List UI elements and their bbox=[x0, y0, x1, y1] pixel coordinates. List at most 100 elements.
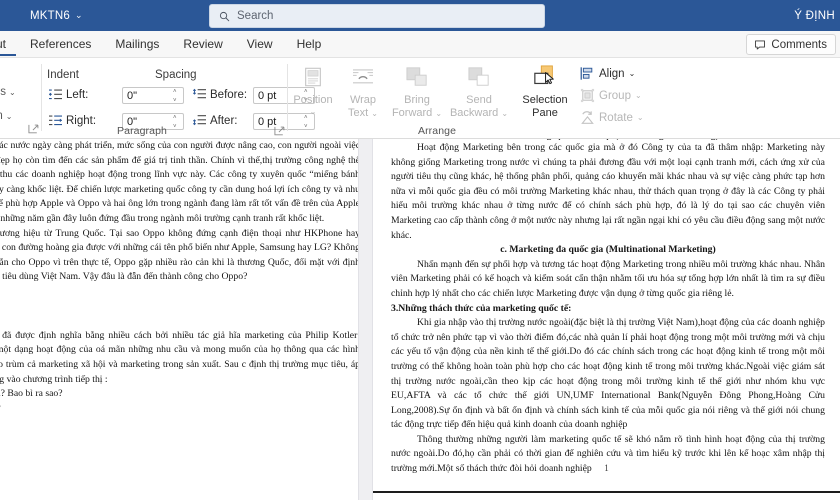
spacing-before-row: Before: bbox=[192, 88, 247, 101]
indent-left-row: Left: bbox=[48, 88, 88, 101]
ribbon-group-arrange: Position ⌄ Wrap Text ⌄ Bring Forward ⌄ S… bbox=[288, 58, 644, 139]
comments-label: Comments bbox=[771, 38, 827, 51]
tab-view[interactable]: View bbox=[235, 31, 285, 58]
document-canvas[interactable]: o n kinh tế của các nước ngày càng phát … bbox=[0, 139, 840, 500]
stepper-down-icon: ˅ bbox=[173, 98, 177, 104]
ribbon-tabs: ut References Mailings Review View Help … bbox=[0, 31, 840, 58]
heading-3: 3.Những thách thức của marketing quốc tế… bbox=[391, 302, 572, 314]
paragraph-group-label: Paragraph bbox=[117, 125, 167, 137]
comments-button[interactable]: Comments bbox=[746, 34, 836, 55]
tab-layout[interactable]: ut bbox=[0, 31, 18, 58]
rotate-button: Rotate ⌄ bbox=[580, 108, 644, 127]
account-label[interactable]: Ý ĐỊNH bbox=[794, 0, 835, 31]
title-bar: MKTN6 ⌄ Search Ý ĐỊNH bbox=[0, 0, 840, 31]
chevron-down-icon: ⌄ bbox=[8, 87, 16, 97]
chevron-down-icon: ⌄ bbox=[74, 10, 83, 20]
group-icon bbox=[580, 88, 595, 103]
document-title: MKTN6 bbox=[30, 9, 70, 22]
chevron-down-icon: ⌄ bbox=[634, 91, 642, 100]
paragraph: n kinh tế của các nước ngày càng phát tr… bbox=[0, 140, 358, 224]
indent-left-input[interactable]: 0" ˄ ˅ bbox=[122, 87, 184, 104]
wrap-text-icon bbox=[351, 62, 375, 92]
paragraph: t : Sản phẩm gì? Bao bì ra sao? bbox=[0, 388, 63, 400]
document-page-right[interactable]: b. Marketing tại nước sở tại (The Foreig… bbox=[373, 139, 840, 493]
word-window: MKTN6 ⌄ Search Ý ĐỊNH ut References Mail… bbox=[0, 0, 840, 500]
ribbon: ers ⌄ on ⌄ Indent Spacing bbox=[0, 58, 840, 139]
send-backward-button: Send Backward ⌄ bbox=[450, 62, 508, 119]
send-backward-label-2: Backward ⌄ bbox=[449, 106, 509, 119]
comment-icon bbox=[755, 40, 766, 49]
spacing-before-icon bbox=[192, 88, 206, 99]
position-label: Position bbox=[293, 94, 333, 106]
left-heading-1: THUYẾT bbox=[0, 300, 358, 315]
tab-label: ut bbox=[0, 37, 7, 51]
wrap-text-label-2: Text ⌄ bbox=[348, 106, 378, 119]
page-setup-label-2: on bbox=[0, 110, 3, 122]
document-title-menu[interactable]: MKTN6 ⌄ bbox=[30, 10, 83, 22]
search-input[interactable]: Search bbox=[209, 4, 545, 28]
indent-left-stepper[interactable]: ˄ ˅ bbox=[173, 89, 180, 104]
rotate-label: Rotate bbox=[599, 111, 633, 124]
selection-pane-button[interactable]: Selection Pane bbox=[516, 62, 574, 119]
align-button[interactable]: Align ⌄ bbox=[580, 64, 635, 83]
paragraph: Nhấn mạnh đến sự phối hợp và tương tác h… bbox=[391, 258, 825, 299]
selection-pane-label: Selection bbox=[522, 94, 568, 106]
paragraph: Giá bao nhiêu? bbox=[0, 402, 358, 417]
left-page-text: n kinh tế của các nước ngày càng phát tr… bbox=[0, 139, 358, 416]
paragraph-dialog-launcher[interactable] bbox=[274, 124, 287, 137]
chevron-down-icon: ⌄ bbox=[5, 111, 13, 121]
indent-left-icon bbox=[49, 89, 62, 100]
chevron-down-icon: ⌄ bbox=[309, 106, 317, 116]
rotate-icon bbox=[581, 111, 594, 124]
selection-pane-icon bbox=[532, 62, 558, 92]
bring-forward-button: Bring Forward ⌄ bbox=[388, 62, 446, 119]
tab-label: View bbox=[246, 37, 273, 51]
search-icon bbox=[219, 11, 230, 21]
right-page-text: Hoạt động Marketing bên trong các quốc g… bbox=[391, 141, 825, 477]
group-label: Group bbox=[599, 89, 631, 102]
send-backward-icon bbox=[467, 62, 491, 92]
wrap-text-button: Wrap Text ⌄ bbox=[338, 62, 388, 119]
tab-label: Review bbox=[183, 37, 223, 51]
tab-help[interactable]: Help bbox=[285, 31, 334, 58]
tab-label: Mailings bbox=[115, 37, 160, 51]
wrap-text-label: Wrap bbox=[349, 94, 377, 106]
arrange-group-label: Arrange bbox=[417, 125, 457, 137]
chevron-down-icon: ⌄ bbox=[628, 69, 636, 78]
selection-pane-label-2: Pane bbox=[532, 106, 558, 119]
page-setup-item-1[interactable]: ers ⌄ bbox=[0, 86, 16, 98]
page-gap bbox=[358, 139, 373, 500]
tab-review[interactable]: Review bbox=[171, 31, 234, 58]
heading-c: c. Marketing đa quốc gia (Multinational … bbox=[500, 244, 716, 256]
page-setup-item-2[interactable]: on ⌄ bbox=[0, 110, 13, 122]
bring-forward-label: Bring bbox=[404, 94, 430, 106]
stepper-up-icon: ˄ bbox=[173, 89, 177, 95]
dialog-launcher-icon bbox=[274, 126, 285, 136]
spacing-before-label: Before: bbox=[210, 88, 248, 101]
ribbon-group-paragraph: Indent Spacing Left: 0" ˄ ˅ Right: 0" ˄ … bbox=[42, 58, 315, 139]
indent-left-value: 0" bbox=[127, 89, 138, 102]
tab-mailings[interactable]: Mailings bbox=[103, 31, 171, 58]
chevron-down-icon: ⌄ bbox=[636, 113, 644, 122]
position-button: Position ⌄ bbox=[288, 62, 338, 116]
indent-header: Indent bbox=[47, 69, 79, 81]
search-placeholder: Search bbox=[237, 10, 274, 22]
align-icon bbox=[580, 67, 593, 80]
tab-references[interactable]: References bbox=[18, 31, 103, 58]
spacing-before-value: 0 pt bbox=[258, 89, 277, 102]
position-icon bbox=[302, 62, 324, 92]
paragraph: nữa, là một thương hiệu từ Trung Quốc. T… bbox=[0, 227, 358, 283]
tab-label: Help bbox=[296, 37, 322, 51]
page-number: 1 bbox=[604, 463, 609, 473]
align-label: Align bbox=[599, 67, 625, 80]
send-backward-label: Send bbox=[466, 94, 492, 106]
page-setup-label-1: ers bbox=[0, 86, 6, 98]
paragraph: ệm Marketing đã được định nghĩa bằng nhi… bbox=[0, 329, 358, 385]
group-button: Group ⌄ bbox=[580, 86, 642, 105]
paragraph: Hoạt động Marketing bên trong các quốc g… bbox=[391, 142, 825, 241]
document-page-left[interactable]: o n kinh tế của các nước ngày càng phát … bbox=[0, 139, 358, 500]
tab-label: References bbox=[30, 37, 92, 51]
stepper-up-icon: ˄ bbox=[173, 115, 177, 121]
bring-forward-label-2: Forward ⌄ bbox=[391, 106, 443, 119]
